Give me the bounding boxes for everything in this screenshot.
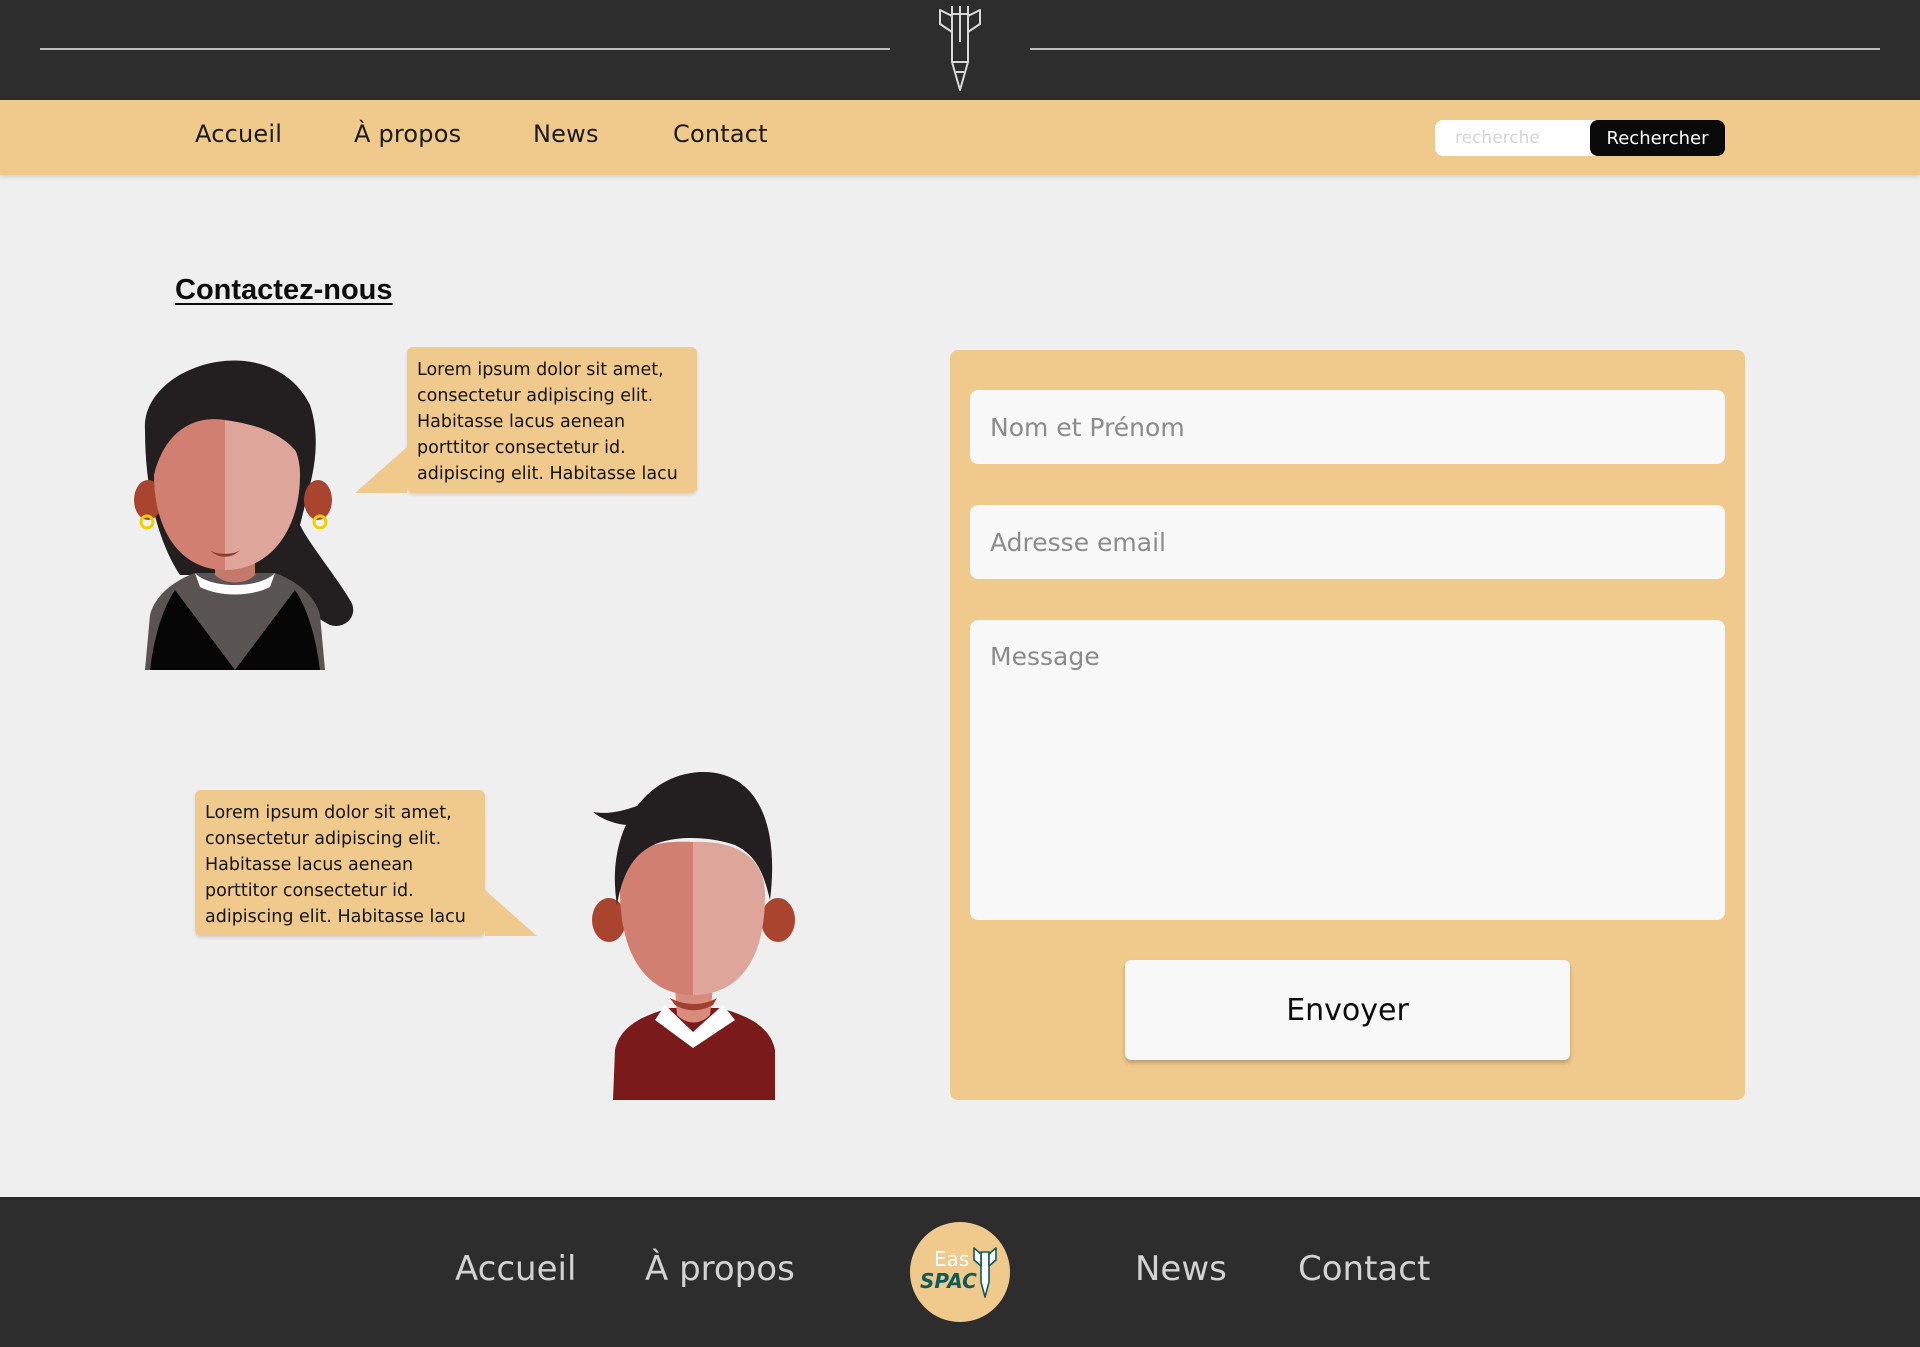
bubble-tail — [485, 890, 537, 936]
message-field[interactable] — [970, 620, 1725, 920]
page-title: Contactez-nous — [175, 274, 393, 306]
contact-form: Envoyer — [950, 350, 1745, 1100]
footer-link-accueil[interactable]: Accueil — [455, 1249, 576, 1289]
top-header — [0, 0, 1920, 100]
easyspace-logo-icon[interactable]: Eas SPAC — [910, 1222, 1010, 1322]
email-field[interactable] — [970, 505, 1725, 579]
nav-news[interactable]: News — [533, 120, 599, 148]
nav-contact[interactable]: Contact — [673, 120, 768, 148]
rocket-icon — [973, 1247, 997, 1298]
bubble-tail — [355, 447, 407, 493]
speech-bubble-man: Lorem ipsum dolor sit amet, consectetur … — [195, 790, 537, 936]
speech-bubble-woman: Lorem ipsum dolor sit amet, consectetur … — [355, 347, 697, 493]
submit-button[interactable]: Envoyer — [1125, 960, 1570, 1060]
woman-avatar — [134, 360, 354, 670]
footer-link-a-propos[interactable]: À propos — [645, 1249, 795, 1289]
bubble-text: Lorem ipsum dolor sit amet, consectetur … — [205, 803, 466, 927]
footer: Accueil À propos Eas SPAC News Contact — [0, 1197, 1920, 1347]
search-bar: Recherche r — [1435, 120, 1725, 156]
search-input[interactable] — [1435, 120, 1610, 156]
man-avatar — [592, 771, 795, 1100]
bubble-text: Lorem ipsum dolor sit amet, consectetur … — [417, 360, 678, 484]
name-field[interactable] — [970, 390, 1725, 464]
header-divider-right — [1030, 48, 1880, 50]
footer-link-contact[interactable]: Contact — [1298, 1249, 1430, 1289]
main-nav: Accueil À propos News Contact Recherche r — [0, 100, 1920, 175]
footer-logo-bottom-text: SPAC — [920, 1269, 977, 1293]
search-button[interactable]: Rechercher — [1590, 120, 1725, 156]
nav-a-propos[interactable]: À propos — [354, 120, 461, 148]
rocket-pen-icon[interactable] — [930, 2, 990, 94]
nav-accueil[interactable]: Accueil — [195, 120, 282, 148]
footer-logo-top-text: Eas — [934, 1247, 970, 1271]
footer-link-news[interactable]: News — [1135, 1249, 1227, 1289]
header-divider-left — [40, 48, 890, 50]
